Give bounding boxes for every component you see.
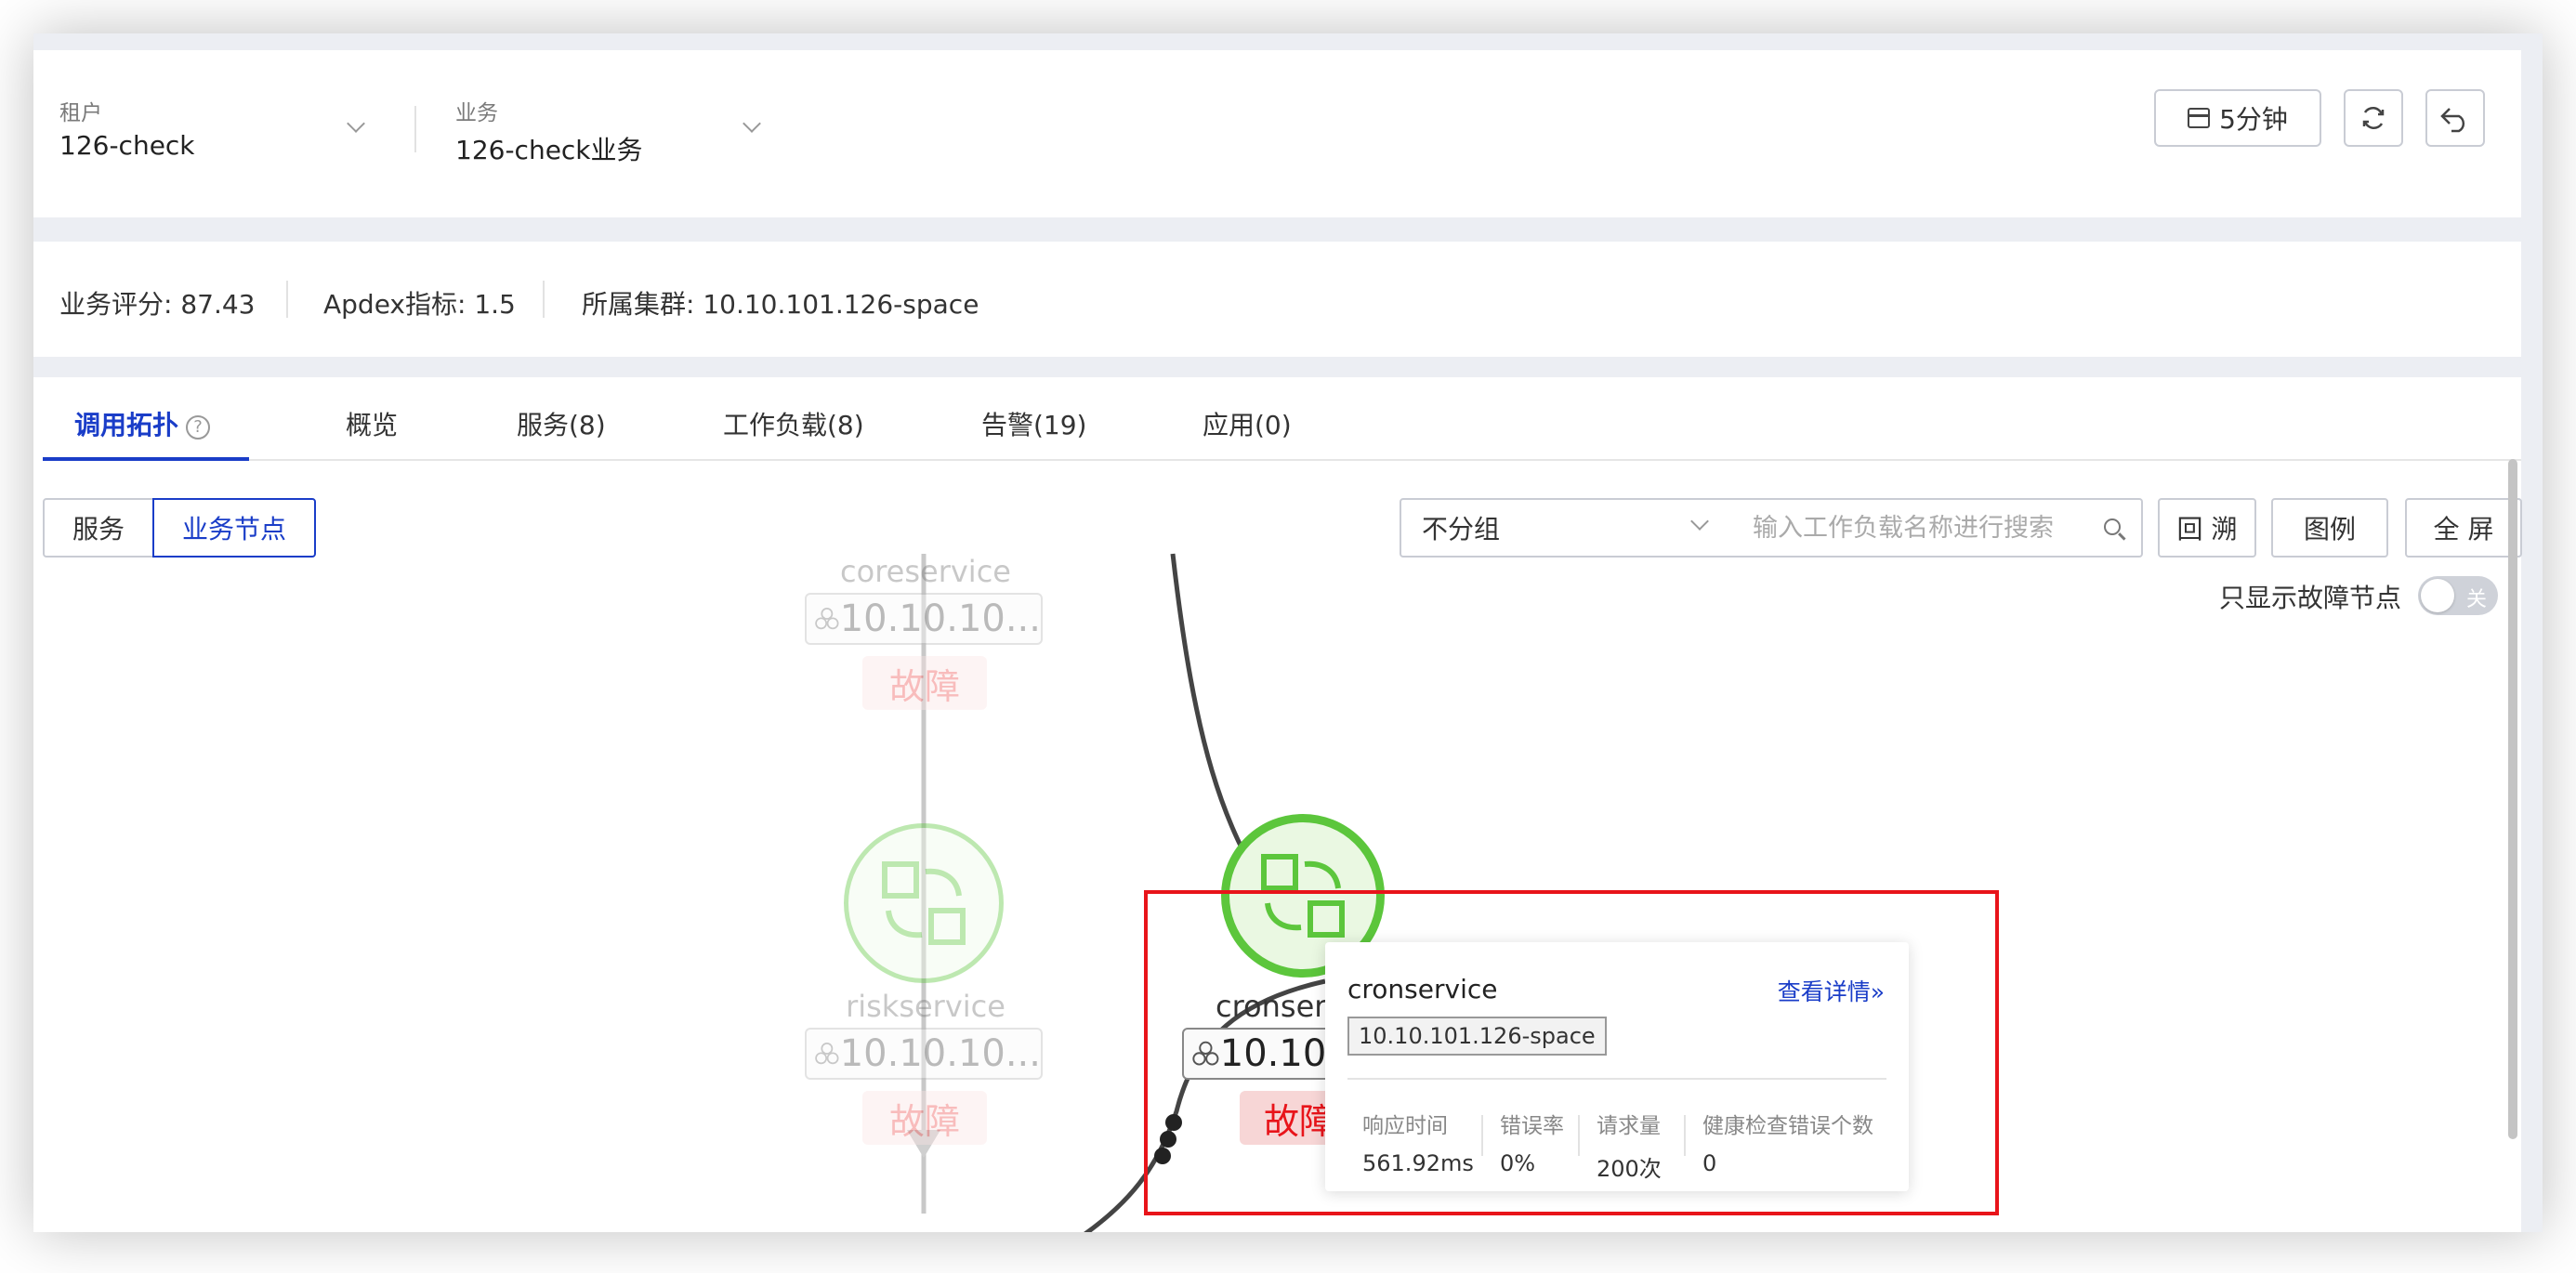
apdex-value: Apdex指标: 1.5 bbox=[323, 289, 516, 320]
node-ip-text: 10.10.10... bbox=[839, 597, 1041, 640]
chevron-down-icon[interactable] bbox=[743, 114, 761, 133]
node-ip: 10.10.10... bbox=[805, 593, 1043, 645]
vertical-scrollbar[interactable] bbox=[2508, 459, 2517, 1139]
group-select[interactable]: 不分组 bbox=[1400, 498, 1734, 558]
back-button[interactable] bbox=[2425, 89, 2485, 147]
node-ip: 10.10.10... bbox=[805, 1028, 1043, 1080]
header-panel: 租户 126-check 业务 126-check业务 5分钟 bbox=[33, 50, 2521, 217]
calendar-icon bbox=[2188, 108, 2211, 128]
only-fault-toggle[interactable]: 关 bbox=[2418, 576, 2498, 615]
workload-search[interactable] bbox=[1732, 498, 2143, 558]
search-input[interactable] bbox=[1753, 513, 2087, 543]
refresh-icon bbox=[2362, 106, 2385, 130]
tenant-select[interactable]: 租户 126-check bbox=[59, 95, 195, 161]
group-select-value: 不分组 bbox=[1422, 514, 1501, 545]
only-fault-label: 只显示故障节点 bbox=[2219, 583, 2402, 613]
node-name: riskservice bbox=[846, 989, 1005, 1024]
fullscreen-button[interactable]: 全 屏 bbox=[2405, 498, 2522, 558]
business-select[interactable]: 业务 126-check业务 bbox=[455, 95, 643, 167]
tab-alerts[interactable]: 告警(19) bbox=[981, 405, 1086, 442]
time-range-button[interactable]: 5分钟 bbox=[2154, 89, 2321, 147]
back-arrow-icon bbox=[2440, 108, 2465, 133]
legend-button[interactable]: 图例 bbox=[2271, 498, 2388, 558]
business-score: 业务评分: 87.43 bbox=[59, 289, 256, 320]
status-badge: 故障 bbox=[862, 656, 987, 710]
business-label: 业务 bbox=[455, 101, 498, 125]
highlight-box bbox=[1144, 890, 1999, 1215]
chevron-down-icon[interactable] bbox=[347, 114, 365, 133]
divider bbox=[543, 281, 545, 318]
service-node-circle bbox=[844, 823, 1004, 983]
tab-overview[interactable]: 概览 bbox=[346, 405, 398, 442]
tab-workloads[interactable]: 工作负载(8) bbox=[723, 405, 864, 442]
chevron-down-icon bbox=[1690, 512, 1709, 531]
refresh-button[interactable] bbox=[2344, 89, 2403, 147]
cluster-icon bbox=[815, 608, 839, 630]
cluster-icon bbox=[815, 1043, 839, 1065]
tab-bar: 调用拓扑? 概览 服务(8) 工作负载(8) 告警(19) 应用(0) bbox=[43, 377, 2521, 461]
app-window: 租户 126-check 业务 126-check业务 5分钟 业务评分: 87… bbox=[33, 33, 2543, 1232]
toggle-state: 关 bbox=[2465, 588, 2487, 611]
tenant-value: 126-check bbox=[59, 130, 195, 161]
search-icon[interactable] bbox=[2104, 518, 2121, 535]
time-range-label: 5分钟 bbox=[2219, 104, 2288, 135]
toggle-knob bbox=[2421, 579, 2454, 612]
business-value: 126-check业务 bbox=[455, 135, 643, 165]
backtrack-button[interactable]: 回 溯 bbox=[2158, 498, 2256, 558]
tab-services[interactable]: 服务(8) bbox=[517, 405, 606, 442]
divider bbox=[286, 281, 288, 318]
service-icon bbox=[882, 861, 966, 945]
help-icon[interactable]: ? bbox=[186, 415, 211, 440]
cluster-info: 所属集群: 10.10.101.126-space bbox=[582, 289, 979, 320]
node-name: coreservice bbox=[840, 554, 1011, 589]
status-badge: 故障 bbox=[862, 1091, 987, 1145]
info-bar: 业务评分: 87.43 Apdex指标: 1.5 所属集群: 10.10.101… bbox=[33, 242, 2521, 357]
node-ip-text: 10.10.10... bbox=[839, 1032, 1041, 1075]
tab-applications[interactable]: 应用(0) bbox=[1203, 405, 1292, 442]
tab-call-topology[interactable]: 调用拓扑? bbox=[74, 405, 211, 442]
divider bbox=[414, 106, 416, 152]
tab-label: 调用拓扑 bbox=[74, 410, 179, 440]
tenant-label: 租户 bbox=[59, 101, 102, 125]
